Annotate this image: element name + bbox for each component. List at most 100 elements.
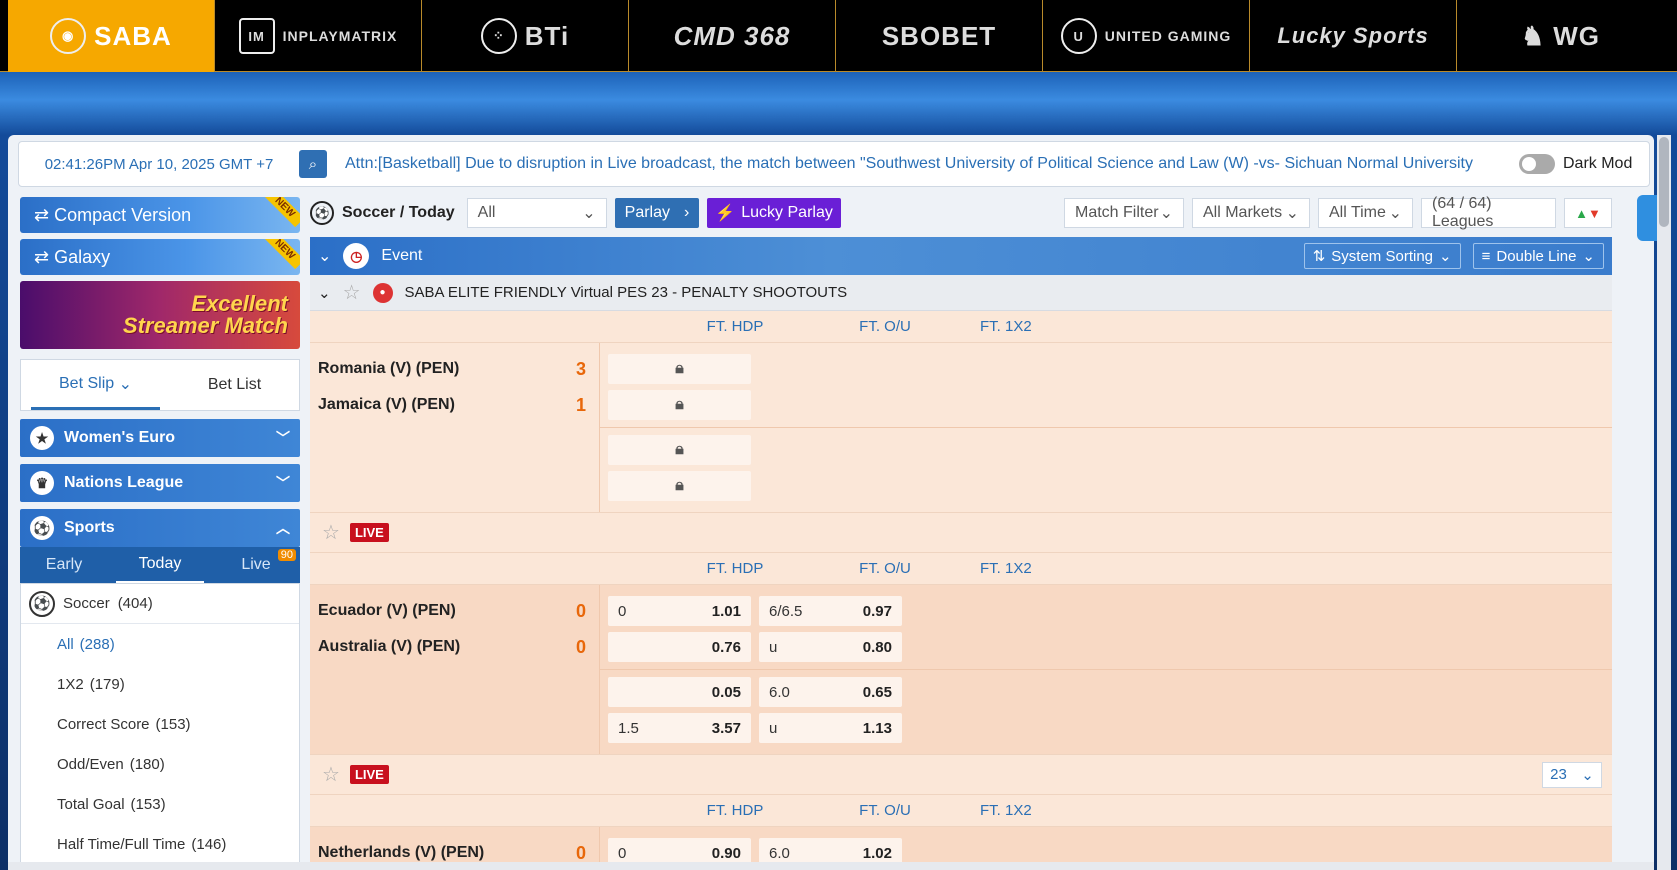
tab-early[interactable]: Early [20, 547, 108, 583]
bti-logo-icon: ⁘ [480, 18, 517, 54]
hdp-odds[interactable]: 0.05 [608, 677, 751, 707]
provider-inplaymatrix[interactable]: IM INPLAYMATRIX [215, 0, 422, 72]
search-button[interactable]: ⌕ [299, 150, 327, 178]
sidebar: ⇄ Compact Version NEW ⇄ Galaxy NEW Excelle… [20, 197, 300, 865]
lock-icon: 🔒︎ [675, 441, 684, 458]
home-team: Ecuador (V) (PEN) 0 [318, 593, 591, 629]
market-odd-even[interactable]: Odd/Even (180) [21, 744, 299, 784]
home-score: 0 [575, 600, 586, 621]
match-filter-select[interactable]: Match Filter ⌄ [1064, 198, 1184, 228]
toggle-switch[interactable] [1519, 154, 1555, 174]
hdp-odds[interactable]: 0 1.01 [608, 596, 751, 626]
match-row: Romania (V) (PEN) 3 Jamaica (V) (PEN) 1 🔒︎… [310, 343, 1612, 513]
away-score: 0 [575, 636, 586, 657]
saba-logo-icon: ◉ [50, 18, 87, 54]
chevron-down-icon[interactable]: ⌄ [318, 246, 331, 266]
chevron-down-icon: ⌄ [1439, 248, 1452, 265]
star-icon[interactable]: ☆ [322, 520, 340, 545]
arrow-down-icon: ▼ [1588, 205, 1601, 221]
live-badge: LIVE [349, 523, 389, 542]
arrow-up-icon: ▲ [1575, 205, 1588, 221]
streamer-match-banner[interactable]: Excellent Streamer Match [20, 281, 300, 349]
lock-icon: 🔒︎ [675, 360, 684, 377]
leagues-select[interactable]: (64 / 64) Leagues [1421, 195, 1556, 230]
compact-version-button[interactable]: ⇄ Compact Version NEW [20, 197, 300, 233]
sorting-select[interactable]: ⇅ System Sorting ⌄ [1303, 243, 1461, 269]
tab-live[interactable]: Live 90 [212, 547, 300, 583]
lock-icon: 🔒︎ [675, 477, 684, 494]
away-team: Australia (V) (PEN) 0 [318, 629, 591, 665]
markets-select[interactable]: All Markets ⌄ [1192, 198, 1310, 228]
dark-mode-toggle[interactable]: Dark Mod [1519, 154, 1649, 174]
market-all[interactable]: All (288) [21, 624, 299, 664]
sport-soccer[interactable]: ⚽ Soccer (404) [21, 584, 299, 624]
chevron-down-icon: ⌄ [1388, 205, 1402, 222]
provider-united-gaming[interactable]: U UNITED GAMING [1043, 0, 1250, 72]
horizontal-scrollbar[interactable] [8, 862, 1654, 870]
home-score: 0 [575, 842, 586, 863]
sports-icon: ⚽ [30, 516, 54, 540]
event-header: ⌄ ◷ Event ⇅ System Sorting ⌄ ≡ Double Line ⌄ [310, 237, 1612, 275]
content: ⚽ Soccer / Today All ⌄ Parlay › ⚡ Lucky Par… [310, 193, 1612, 870]
column-headers: FT. HDP FT. O/U FT. 1X2 [310, 795, 1612, 827]
market-total-goal[interactable]: Total Goal (153) [21, 784, 299, 824]
main-panel: 02:41:26PM Apr 10, 2025 GMT +7 ⌕ Attn:[B… [8, 135, 1654, 870]
side-panel-tab[interactable] [1637, 195, 1657, 241]
provider-lucky-sports[interactable]: Lucky Sports [1250, 0, 1457, 72]
lock-icon: 🔒︎ [675, 396, 684, 413]
odds-change-indicator[interactable]: ▲ ▼ [1564, 198, 1612, 228]
chevron-down-icon: ⌄ [1159, 205, 1173, 222]
sport-list: ⚽ Soccer (404) All (288) 1X2 (179) Correct S… [20, 583, 300, 865]
tab-bet-list[interactable]: Bet List [170, 360, 299, 410]
home-score: 3 [575, 358, 586, 379]
ou-odds[interactable]: 6/6.5 0.97 [759, 596, 902, 626]
chevron-down-icon: ﹀ [276, 475, 290, 491]
provider-bti[interactable]: ⁘ BTi [422, 0, 629, 72]
swap-icon: ⇄ [34, 204, 55, 225]
filter-select[interactable]: All ⌄ [466, 198, 607, 228]
away-score: 1 [575, 394, 586, 415]
chevron-up-icon: ︿ [276, 520, 290, 536]
count-select[interactable]: 23 ⌄ [1542, 761, 1602, 788]
league-row[interactable]: ⌄ ☆ ● SABA ELITE FRIENDLY Virtual PES 23… [310, 275, 1612, 311]
galaxy-button[interactable]: ⇄ Galaxy NEW [20, 239, 300, 275]
market-ht-ft[interactable]: Half Time/Full Time (146) [21, 824, 299, 864]
locked-odds: 🔒︎ [608, 390, 751, 420]
hdp-odds[interactable]: 0.76 [608, 632, 751, 662]
line-mode-select[interactable]: ≡ Double Line ⌄ [1472, 243, 1604, 269]
chevron-down-icon: ﹀ [276, 430, 290, 446]
announcement-text: Attn:[Basketball] Due to disruption in L… [345, 155, 1473, 172]
clock-icon: ◷ [343, 243, 370, 269]
market-correct-score[interactable]: Correct Score (153) [21, 704, 299, 744]
tab-today[interactable]: Today [116, 547, 204, 583]
bet-tabs: Bet Slip ⌄ Bet List [20, 359, 300, 411]
horse-icon: ♞ [1520, 20, 1546, 51]
category-nations-league[interactable]: ♛ Nations League ﹀ [20, 464, 300, 502]
new-tag: NEW [264, 197, 300, 228]
time-select[interactable]: All Time ⌄ [1318, 198, 1413, 228]
category-sports[interactable]: ⚽ Sports ︿ [20, 509, 300, 547]
market-1x2[interactable]: 1X2 (179) [21, 664, 299, 704]
locked-odds: 🔒︎ [608, 471, 751, 501]
new-tag: NEW [264, 239, 300, 270]
lucky-parlay-button[interactable]: ⚡ Lucky Parlay [707, 198, 841, 228]
parlay-button[interactable]: Parlay › [614, 198, 700, 228]
category-womens-euro[interactable]: ★ Women's Euro ﹀ [20, 419, 300, 457]
star-icon[interactable]: ☆ [343, 280, 361, 305]
chevron-down-icon[interactable]: ⌄ [318, 284, 331, 302]
provider-wg[interactable]: ♞ WG [1457, 0, 1664, 72]
ou-odds[interactable]: u 0.80 [759, 632, 902, 662]
soccer-ball-icon: ⚽ [29, 590, 55, 617]
hdp-odds[interactable]: 1.5 3.57 [608, 713, 751, 743]
ou-odds[interactable]: u 1.13 [759, 713, 902, 743]
chevron-down-icon: ⌄ [582, 205, 596, 222]
star-icon[interactable]: ☆ [322, 762, 340, 787]
live-row: ☆ LIVE [310, 513, 1612, 553]
tab-bet-slip[interactable]: Bet Slip ⌄ [31, 360, 160, 410]
provider-cmd368[interactable]: CMD 368 [629, 0, 836, 72]
provider-saba[interactable]: ◉ SABA [8, 0, 215, 72]
vertical-scrollbar[interactable] [1657, 135, 1671, 870]
provider-sbobet[interactable]: SBOBET [836, 0, 1043, 72]
column-headers: FT. HDP FT. O/U FT. 1X2 [310, 553, 1612, 585]
ou-odds[interactable]: 6.0 0.65 [759, 677, 902, 707]
